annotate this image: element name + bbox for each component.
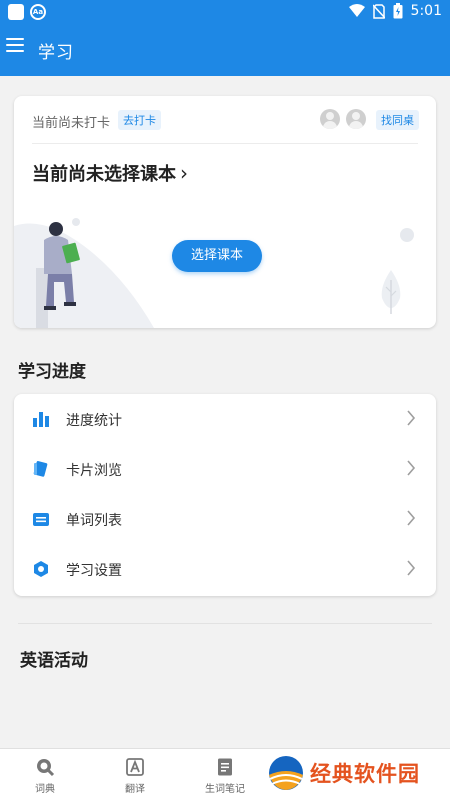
list-item-study-settings[interactable]: 学习设置 xyxy=(14,544,436,594)
app-bar: 学习 xyxy=(0,24,450,76)
search-icon xyxy=(37,759,55,777)
nav-item-translate[interactable]: 翻译 xyxy=(105,757,165,795)
chevron-right-icon xyxy=(407,410,416,426)
chevron-right-icon xyxy=(407,510,416,526)
watermark-text: 经典软件园 xyxy=(310,762,420,786)
decor-dot xyxy=(400,228,414,242)
list-box-icon xyxy=(33,513,49,526)
clock: 5:01 xyxy=(410,3,442,19)
divider xyxy=(32,143,418,144)
textbook-title[interactable]: 当前尚未选择课本 › xyxy=(32,160,188,186)
chevron-right-icon: › xyxy=(180,161,188,185)
nav-item-dictionary[interactable]: 词典 xyxy=(15,757,75,795)
status-bar: Aa 5:01 xyxy=(0,0,450,24)
textbook-title-text: 当前尚未选择课本 xyxy=(32,164,176,185)
nav-label: 翻译 xyxy=(125,784,145,795)
avatar xyxy=(346,109,366,129)
chevron-right-icon xyxy=(407,560,416,576)
list-item-label: 进度统计 xyxy=(66,413,122,429)
reading-person-illustration xyxy=(14,222,154,328)
cards-icon xyxy=(33,461,48,477)
nav-label: 词典 xyxy=(35,784,55,795)
list-item-label: 单词列表 xyxy=(66,513,122,529)
find-deskmate-button[interactable]: 找同桌 xyxy=(376,110,419,130)
hexagon-settings-icon xyxy=(34,561,48,577)
progress-section-title: 学习进度 xyxy=(18,362,86,382)
no-sim-icon xyxy=(372,3,385,19)
nav-item-word-notes[interactable]: 生词笔记 xyxy=(195,757,255,795)
nav-label: 生词笔记 xyxy=(205,784,245,795)
notification-app-icon xyxy=(8,4,24,20)
list-item-card-browse[interactable]: 卡片浏览 xyxy=(14,444,436,494)
page-title: 学习 xyxy=(38,43,74,63)
battery-icon xyxy=(393,3,403,19)
wifi-icon xyxy=(348,4,365,17)
dictionary-app-icon: Aa xyxy=(30,4,46,20)
tree-decoration xyxy=(381,270,401,314)
deskmate-avatars xyxy=(320,109,366,129)
activities-section-title: 英语活动 xyxy=(20,651,88,671)
list-item-label: 卡片浏览 xyxy=(66,463,122,479)
watermark-logo-icon xyxy=(269,756,303,790)
select-textbook-button[interactable]: 选择课本 xyxy=(172,240,262,272)
progress-list: 进度统计 卡片浏览 单词列表 学习设置 xyxy=(14,394,436,596)
avatar xyxy=(320,109,340,129)
checkin-button[interactable]: 去打卡 xyxy=(118,110,161,130)
textbook-card: 当前尚未打卡 去打卡 找同桌 当前尚未选择课本 › 选择课本 xyxy=(14,96,436,328)
translate-icon xyxy=(126,758,144,776)
watermark: 经典软件园 xyxy=(266,753,420,793)
notes-icon xyxy=(218,758,232,776)
chevron-right-icon xyxy=(407,460,416,476)
divider xyxy=(18,623,432,624)
bar-chart-icon xyxy=(33,412,49,427)
checkin-status: 当前尚未打卡 xyxy=(32,116,111,131)
list-item-word-list[interactable]: 单词列表 xyxy=(14,494,436,544)
menu-icon[interactable] xyxy=(6,38,24,52)
list-item-label: 学习设置 xyxy=(66,563,122,579)
list-item-progress-stats[interactable]: 进度统计 xyxy=(14,394,436,444)
